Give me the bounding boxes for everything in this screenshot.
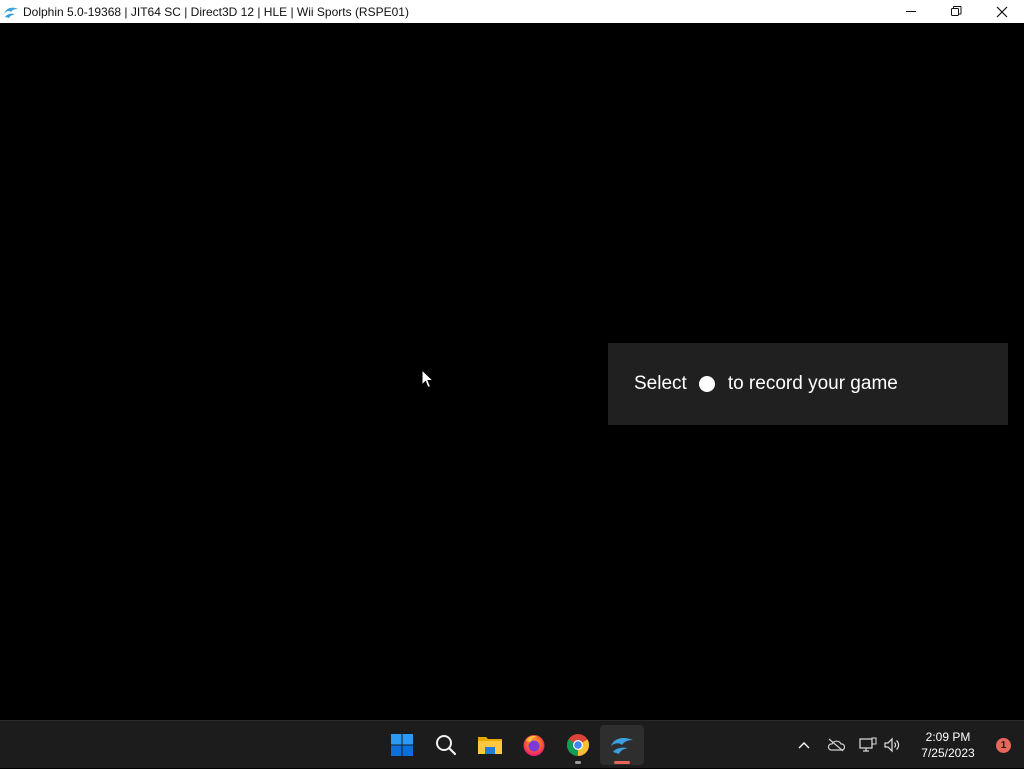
onedrive-offline-icon [827, 738, 845, 752]
close-button[interactable] [979, 0, 1024, 23]
notification-badge[interactable]: 1 [996, 737, 1011, 753]
show-hidden-icons-button[interactable] [792, 733, 816, 757]
network-button[interactable] [856, 733, 880, 757]
close-icon [996, 6, 1007, 17]
onedrive-button[interactable] [824, 733, 848, 757]
game-bar-toast: Select to record your game [608, 343, 1008, 425]
chevron-up-icon [798, 742, 810, 749]
search-icon [436, 735, 457, 756]
toast-text-before: Select [634, 373, 687, 394]
mouse-cursor-icon [421, 369, 435, 389]
firefox-button[interactable] [512, 725, 556, 765]
taskbar: 2:09 PM 7/25/2023 1 [0, 720, 1024, 768]
restore-icon [951, 6, 962, 16]
minimize-button[interactable] [889, 0, 934, 23]
minimize-icon [906, 11, 916, 12]
network-icon [859, 737, 877, 752]
clock-date: 7/25/2023 [921, 746, 975, 760]
chrome-icon [567, 734, 589, 756]
window-titlebar[interactable]: Dolphin 5.0-19368 | JIT64 SC | Direct3D … [0, 0, 1024, 23]
start-button[interactable] [380, 725, 424, 765]
window-title: Dolphin 5.0-19368 | JIT64 SC | Direct3D … [23, 4, 409, 19]
firefox-icon [523, 735, 545, 756]
windows-start-icon [391, 734, 413, 756]
clock-button[interactable]: 2:09 PM 7/25/2023 [910, 729, 986, 761]
active-indicator [614, 761, 630, 764]
toast-text-after: to record your game [727, 373, 898, 394]
dolphin-icon [611, 738, 633, 754]
dolphin-taskbar-button[interactable] [600, 725, 644, 765]
dolphin-icon [2, 3, 20, 21]
clock-time: 2:09 PM [925, 730, 971, 744]
file-explorer-icon [478, 737, 502, 754]
restore-button[interactable] [934, 0, 979, 23]
volume-icon [884, 737, 900, 753]
search-button[interactable] [424, 725, 468, 765]
volume-button[interactable] [880, 733, 904, 757]
chrome-button[interactable] [556, 725, 600, 765]
running-indicator [575, 761, 581, 764]
record-circle-icon [698, 376, 715, 392]
file-explorer-button[interactable] [468, 725, 512, 765]
